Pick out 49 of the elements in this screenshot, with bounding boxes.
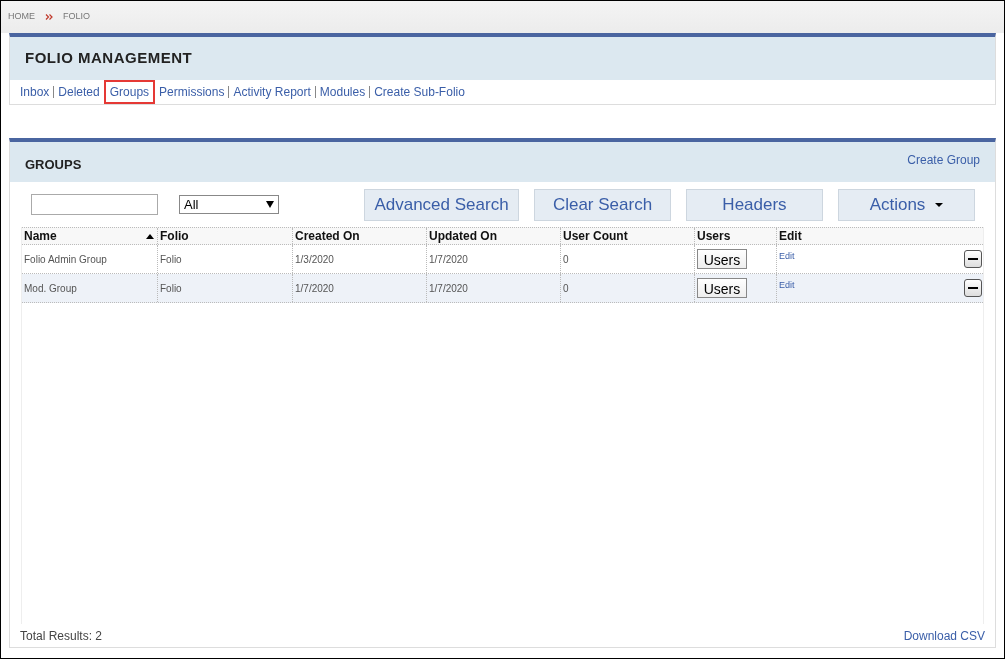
column-header[interactable]: Users — [694, 228, 776, 244]
column-header[interactable]: Name — [22, 228, 157, 244]
breadcrumb-link[interactable]: FOLIO — [63, 10, 90, 24]
panel-title: FOLIO MANAGEMENT — [25, 48, 193, 69]
column-header[interactable]: User Count — [560, 228, 694, 244]
column-header[interactable]: Folio — [157, 228, 292, 244]
toolbar-button[interactable]: Advanced Search — [364, 188, 519, 221]
nav-link[interactable]: Create Sub-Folio — [374, 83, 465, 101]
toolbar-button[interactable]: Headers — [686, 188, 823, 221]
table-cell-text: 0 — [563, 281, 569, 296]
dropdown-arrow-icon — [266, 201, 274, 208]
create-group-link[interactable]: Create Group — [907, 151, 980, 169]
sort-up-icon — [146, 233, 154, 239]
nav-link[interactable]: Deleted — [58, 83, 100, 101]
table-cell-text: Folio Admin Group — [24, 252, 107, 267]
toolbar-button[interactable]: Actions — [838, 188, 975, 221]
download-csv-link[interactable]: Download CSV — [903, 626, 985, 645]
nav-link[interactable]: Permissions — [159, 83, 225, 101]
table-cell-text: 0 — [563, 252, 569, 267]
nav-link[interactable]: Modules — [319, 83, 366, 101]
column-header[interactable]: Edit — [776, 228, 983, 244]
filter-dropdown[interactable]: All — [179, 195, 279, 214]
table-cell-text: Folio — [160, 281, 182, 296]
nav-link[interactable]: Groups — [103, 80, 156, 104]
table-cell-text: 1/7/2020 — [295, 281, 334, 296]
users-button[interactable]: Users — [697, 249, 747, 269]
panel-title: GROUPS — [25, 156, 82, 174]
caret-icon — [935, 202, 944, 207]
column-header[interactable]: Updated On — [426, 228, 560, 244]
table-cell-text: 1/7/2020 — [429, 281, 468, 296]
minus-icon — [968, 258, 978, 260]
table-cell-text: Mod. Group — [24, 281, 77, 296]
total-results: Total Results: 2 — [20, 627, 103, 645]
breadcrumb-link[interactable]: HOME — [8, 10, 35, 24]
table-cell-text: Folio — [160, 252, 182, 267]
nav-link[interactable]: Activity Report — [233, 83, 311, 101]
column-header[interactable]: Created On — [292, 228, 426, 244]
edit-link[interactable]: Edit — [779, 279, 795, 290]
search-field[interactable] — [31, 194, 158, 215]
table-cell-text: 1/7/2020 — [429, 252, 468, 267]
nav-link[interactable]: Inbox — [20, 83, 50, 101]
double-chevron-icon — [45, 14, 53, 20]
collapse-button[interactable] — [964, 279, 982, 297]
edit-link[interactable]: Edit — [779, 250, 795, 261]
minus-icon — [968, 287, 978, 289]
collapse-button[interactable] — [964, 250, 982, 268]
toolbar-button[interactable]: Clear Search — [534, 188, 671, 221]
table-cell-text: 1/3/2020 — [295, 252, 334, 267]
users-button[interactable]: Users — [697, 278, 747, 298]
